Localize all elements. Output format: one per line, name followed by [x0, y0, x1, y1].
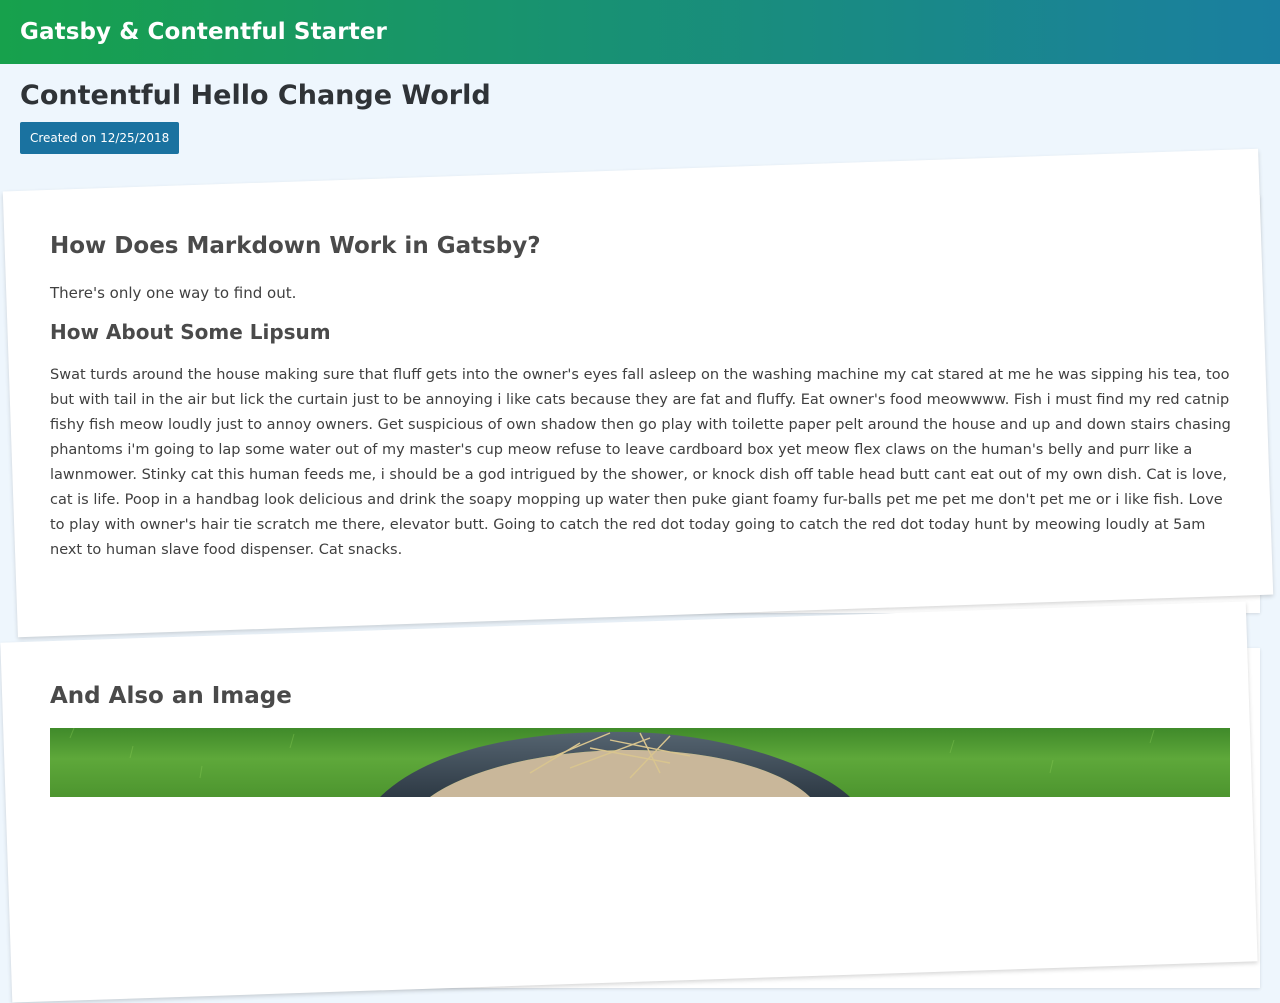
- post-image-graphic: [69, 728, 1155, 797]
- image-section: And Also an Image: [50, 678, 1230, 714]
- intro-paragraph: There's only one way to find out.: [50, 284, 297, 302]
- section-heading: How Does Markdown Work in Gatsby?: [50, 233, 541, 259]
- page-title: Contentful Hello Change World: [20, 80, 491, 111]
- lipsum-paragraph: Swat turds around the house making sure …: [50, 367, 1231, 558]
- site-header: Gatsby & Contentful Starter: [0, 0, 1280, 64]
- subsection-heading: How About Some Lipsum: [50, 320, 331, 344]
- created-date-badge: Created on 12/25/2018: [20, 122, 180, 154]
- post-image: [50, 728, 1230, 797]
- image-card: [0, 601, 1258, 1003]
- image-section-heading: And Also an Image: [50, 683, 292, 709]
- markdown-section: How Does Markdown Work in Gatsby? There'…: [50, 228, 1234, 563]
- site-title-link[interactable]: Gatsby & Contentful Starter: [20, 19, 387, 45]
